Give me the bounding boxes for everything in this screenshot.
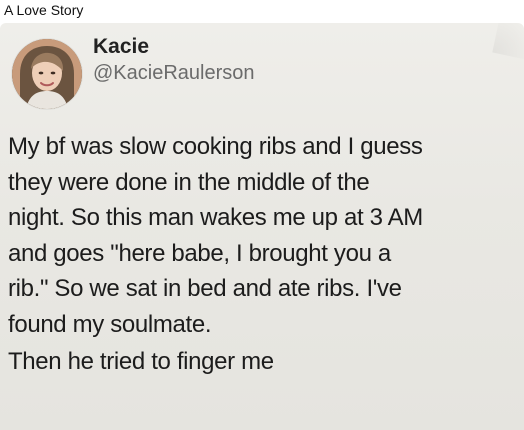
tweet-line: they were done in the middle of the <box>8 168 370 196</box>
tweet-line: and goes "here babe, I brought you a <box>8 239 391 267</box>
tweet-screenshot-image: Kacie @KacieRaulerson My bf was slow coo… <box>0 23 524 430</box>
tweet-line: My bf was slow cooking ribs and I guess <box>8 133 423 160</box>
tweet-line: Then he tried to finger me <box>8 348 274 375</box>
avatar-icon <box>12 39 82 109</box>
decorative-fold <box>492 23 524 61</box>
tweet-text: My bf was slow cooking ribs and I guess … <box>8 129 522 380</box>
tweet-line: night. So this man wakes me up at 3 AM <box>8 204 423 231</box>
tweet-line: rib." So we sat in bed and ate ribs. I'v… <box>8 275 402 302</box>
display-name[interactable]: Kacie <box>93 34 149 60</box>
user-handle[interactable]: @KacieRaulerson <box>93 60 255 86</box>
avatar[interactable] <box>12 39 82 109</box>
post-caption: A Love Story <box>4 2 84 18</box>
tweet-line: found my soulmate. <box>8 310 212 338</box>
